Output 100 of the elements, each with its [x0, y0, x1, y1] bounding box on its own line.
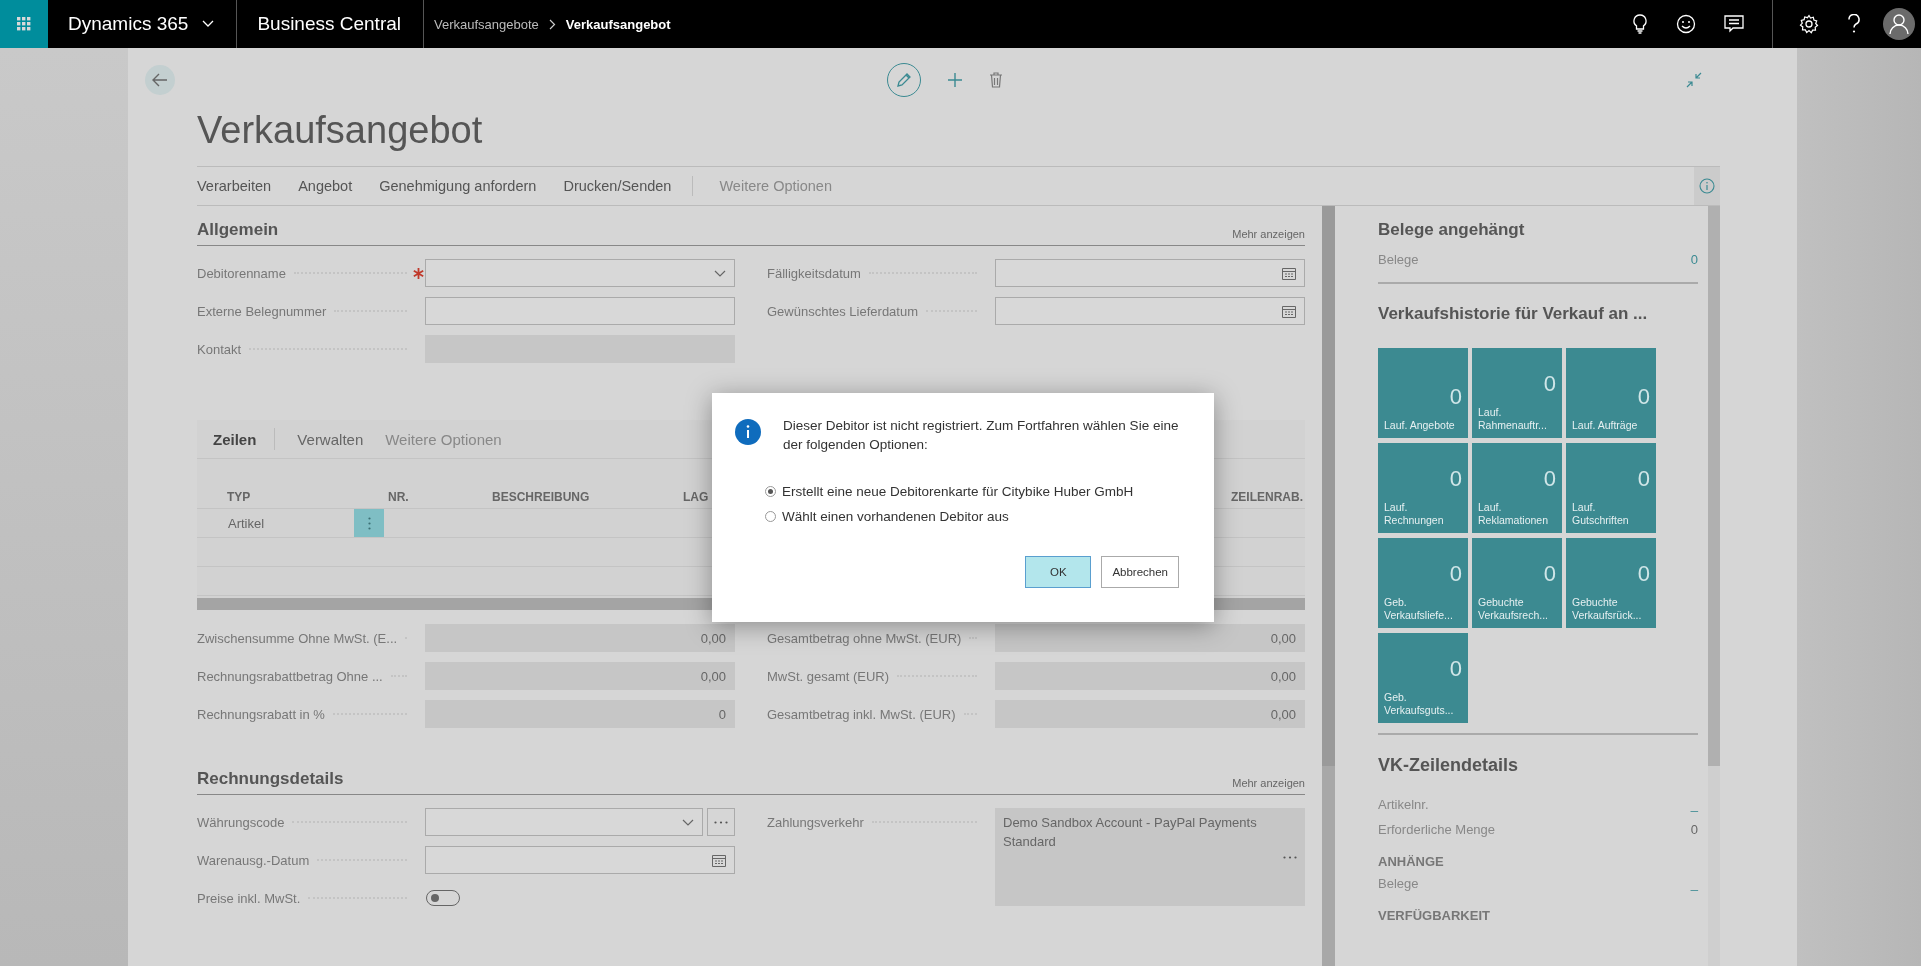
radio-option[interactable]: Wählt einen vorhandenen Debitor aus: [765, 509, 1009, 524]
tile-count: 0: [1449, 657, 1462, 681]
action-menu[interactable]: Verarbeiten: [197, 178, 272, 194]
smiley-icon[interactable]: [1676, 14, 1696, 34]
add-icon[interactable]: [947, 71, 963, 88]
lines-tab[interactable]: Verwalten: [297, 430, 364, 448]
tile-label: Lauf. Gutschriften: [1572, 501, 1630, 527]
info-icon: [735, 419, 761, 445]
tile-label: Lauf. Reklamationen: [1478, 501, 1550, 527]
field-label: Rechnungsrabatt in %: [197, 706, 325, 722]
column-header[interactable]: LAG: [683, 490, 709, 504]
calendar-icon: [1282, 304, 1296, 318]
chat-icon[interactable]: [1724, 15, 1744, 33]
tile-label: Lauf. Aufträge: [1572, 419, 1639, 432]
cue-tile[interactable]: 0 Lauf. Aufträge: [1566, 348, 1656, 438]
dropdown-field[interactable]: [425, 259, 735, 287]
factbox-toggle-button[interactable]: [1694, 167, 1720, 205]
tile-count: 0: [1637, 467, 1650, 491]
factbox-title: Verkaufshistorie für Verkauf an ...: [1378, 304, 1649, 324]
cue-tile[interactable]: 0 Lauf. Angebote: [1378, 348, 1468, 438]
input-field[interactable]: [425, 297, 735, 325]
tile-count: 0: [1449, 385, 1462, 409]
lightbulb-icon[interactable]: [1632, 14, 1648, 34]
ok-button[interactable]: OK: [1025, 556, 1092, 588]
date-field[interactable]: [995, 259, 1305, 287]
type-cell[interactable]: Artikel: [197, 509, 354, 537]
factbox-label: Belege: [1378, 876, 1419, 891]
amount-field: 0,00: [425, 624, 735, 652]
amount-field: 0,00: [995, 624, 1305, 652]
collapse-icon[interactable]: [1686, 71, 1702, 88]
action-menu[interactable]: Drucken/Senden: [563, 178, 672, 194]
field-label: Debitorenname: [197, 265, 286, 281]
cue-tile[interactable]: 0 Lauf. Reklamationen: [1472, 443, 1562, 533]
show-more-link[interactable]: Mehr anzeigen: [1232, 777, 1305, 789]
breadcrumb-link[interactable]: Verkaufsangebot: [565, 16, 671, 32]
required-asterisk-icon: [412, 267, 424, 279]
settings-icon[interactable]: [1799, 14, 1819, 34]
chevron-right-icon: [548, 18, 556, 30]
column-header[interactable]: NR.: [388, 490, 492, 504]
date-field[interactable]: [995, 297, 1305, 325]
column-header[interactable]: BESCHREIBUNG: [492, 490, 683, 504]
chevron-down-icon: [202, 20, 215, 28]
page-title: Verkaufsangebot: [197, 109, 484, 152]
dropdown-field[interactable]: [425, 808, 703, 836]
lines-tab[interactable]: Weitere Optionen: [385, 430, 502, 448]
cue-tile[interactable]: 0 Gebuchte Verkaufsrück...: [1566, 538, 1656, 628]
section-title: Allgemein: [197, 220, 279, 240]
vertical-scrollbar[interactable]: [1322, 206, 1335, 966]
back-button[interactable]: [145, 64, 175, 95]
field-value[interactable]: 0: [1690, 822, 1698, 837]
avatar-icon[interactable]: [1883, 8, 1915, 40]
tile-label: Lauf. Angebote: [1384, 419, 1456, 432]
column-header[interactable]: TYP: [227, 490, 388, 504]
field-label: Fälligkeitsdatum: [767, 265, 861, 281]
lookup-button[interactable]: [707, 808, 735, 836]
field-label: Zwischensumme Ohne MwSt. (E...: [197, 630, 398, 646]
app-launcher-button[interactable]: [0, 0, 48, 48]
tile-label: Lauf. Rechnungen: [1384, 501, 1445, 527]
section-title: Rechnungsdetails: [197, 769, 344, 789]
cue-tile[interactable]: 0 Lauf. Rechnungen: [1378, 443, 1468, 533]
arrow-left-icon: [152, 72, 168, 87]
field-label: Währungscode: [197, 814, 285, 830]
count-link[interactable]: 0: [1690, 252, 1698, 267]
cue-tile[interactable]: 0 Lauf. Gutschriften: [1566, 443, 1656, 533]
trash-icon[interactable]: [989, 71, 1003, 88]
breadcrumb-link[interactable]: Verkaufsangebote: [434, 16, 539, 32]
cancel-button[interactable]: Abbrechen: [1101, 556, 1179, 588]
tile-count: 0: [1637, 562, 1650, 586]
waffle-icon: [17, 17, 31, 31]
field-label: Gesamtbetrag inkl. MwSt. (EUR): [767, 706, 956, 722]
action-menu[interactable]: Angebot: [298, 178, 353, 194]
cue-tile[interactable]: 0 Geb. Verkaufsguts...: [1378, 633, 1468, 723]
tile-count: 0: [1637, 385, 1650, 409]
amount-field: 0: [425, 700, 735, 728]
ellipsis-icon[interactable]: [1283, 856, 1297, 859]
tile-label: Gebuchte Verkaufsrück...: [1572, 596, 1643, 622]
amount-field: 0,00: [995, 662, 1305, 690]
field-label: Preise inkl. MwSt.: [197, 890, 301, 906]
tile-label: Geb. Verkaufsliefe...: [1384, 596, 1454, 622]
cue-tile[interactable]: 0 Geb. Verkaufsliefe...: [1378, 538, 1468, 628]
field-label: Gewünschtes Lieferdatum: [767, 303, 919, 319]
tile-label: Lauf. Rahmenauftr...: [1478, 406, 1548, 432]
cue-tile[interactable]: 0 Lauf. Rahmenauftr...: [1472, 348, 1562, 438]
field-value[interactable]: _: [1690, 876, 1698, 891]
help-icon[interactable]: [1847, 14, 1861, 34]
column-header[interactable]: ZEILENRAB.: [1231, 490, 1303, 504]
vertical-scrollbar[interactable]: [1708, 206, 1720, 966]
field-value[interactable]: _: [1690, 797, 1698, 812]
amount-field: 0,00: [425, 662, 735, 690]
cue-tile[interactable]: 0 Gebuchte Verkaufsrech...: [1472, 538, 1562, 628]
more-vertical-icon: [367, 516, 371, 530]
field-label: Externe Belegnummer: [197, 303, 327, 319]
radio-option[interactable]: Erstellt eine neue Debitorenkarte für Citybike Huber GmbH: [765, 484, 1134, 499]
calendar-icon: [712, 853, 726, 867]
show-more-link[interactable]: Mehr anzeigen: [1232, 228, 1305, 240]
action-menu[interactable]: Genehmigung anfordern: [379, 178, 537, 194]
more-options-menu[interactable]: Weitere Optionen: [719, 178, 832, 194]
chevron-down-icon: [682, 818, 694, 826]
date-field[interactable]: [425, 846, 735, 874]
lines-tab[interactable]: Zeilen: [213, 430, 257, 448]
